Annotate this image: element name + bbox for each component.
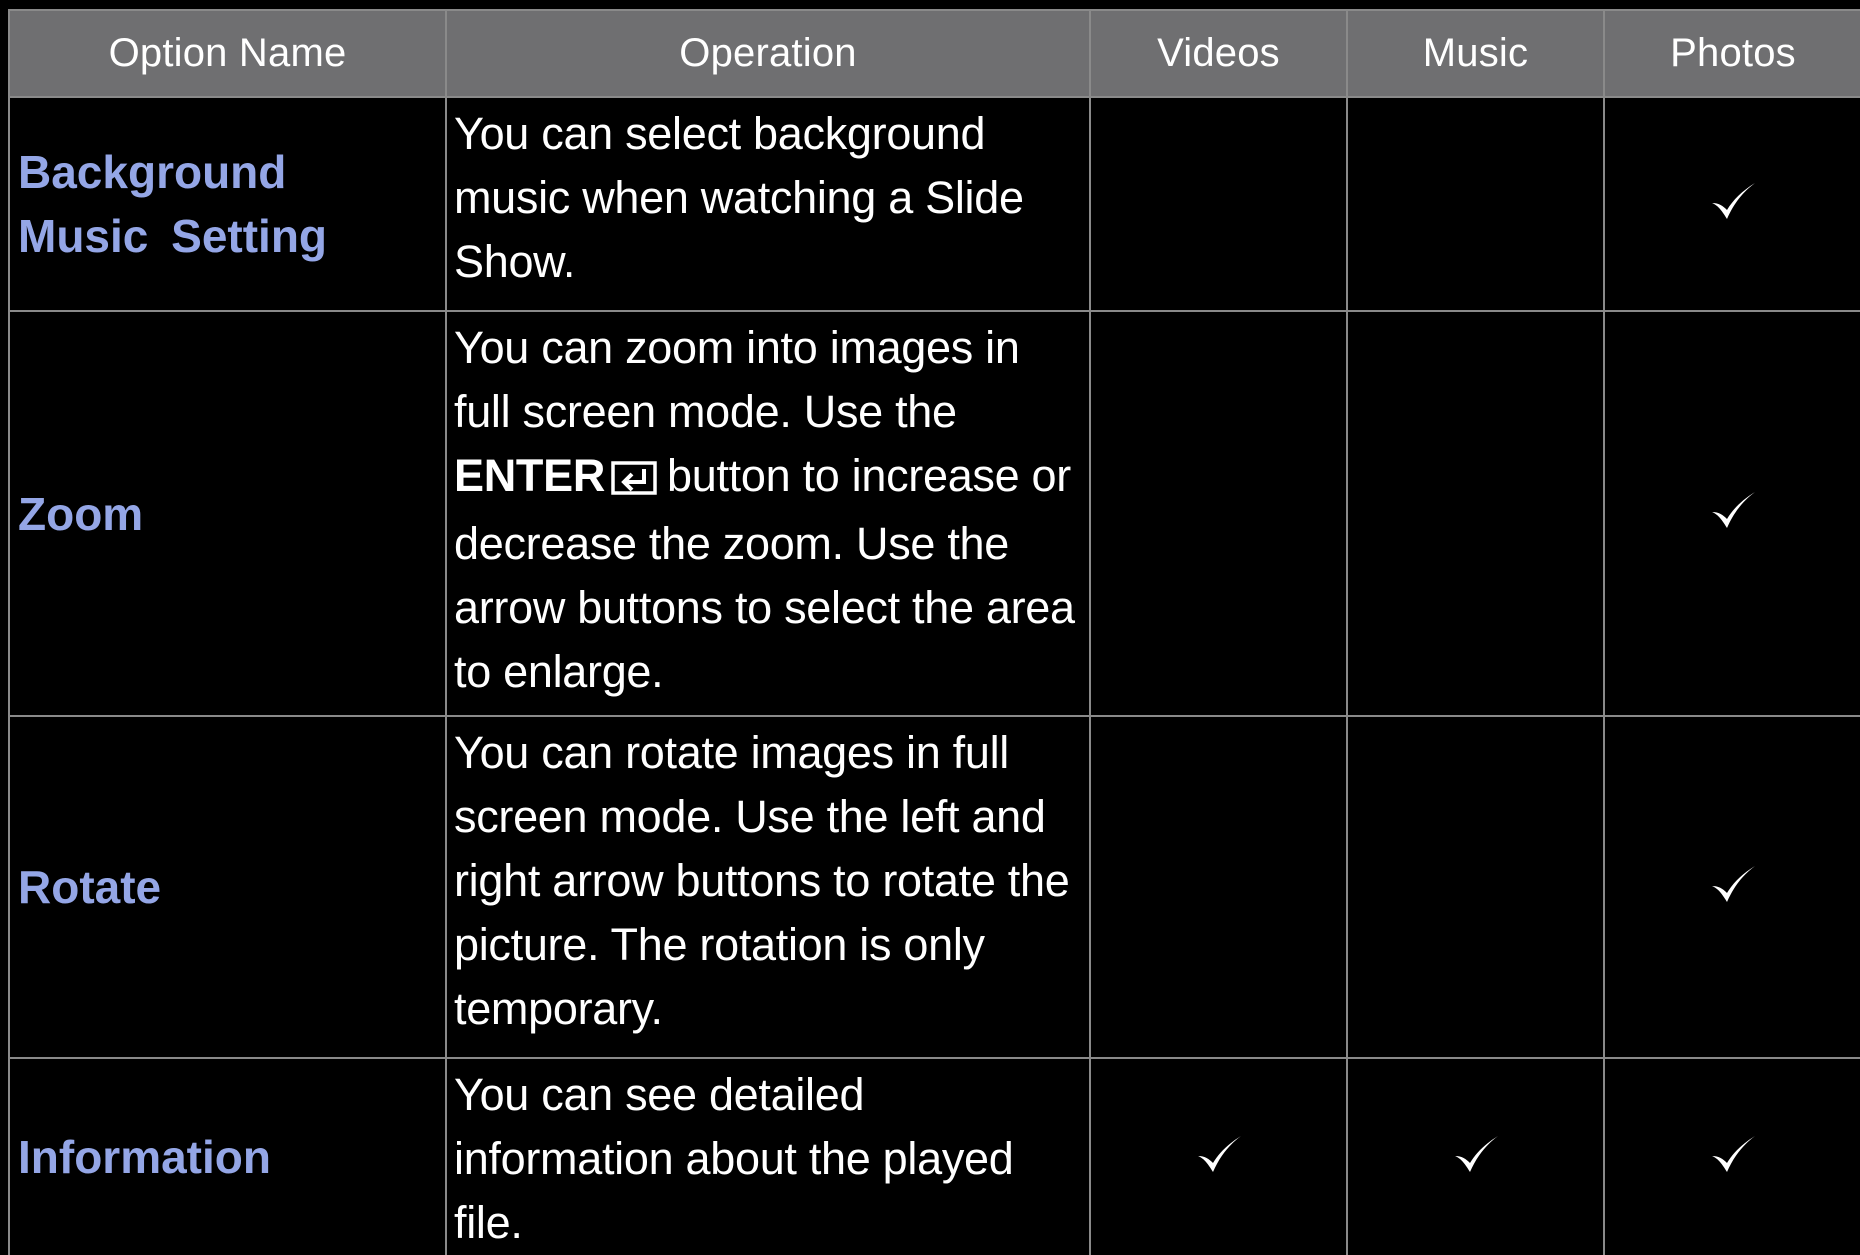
table-row: Background Music Setting You can select … [8, 96, 1860, 312]
option-name-cell: Background Music Setting [8, 96, 447, 312]
operation-text-start: You can zoom into images in full screen … [454, 322, 1020, 437]
checkmark-icon [1712, 1135, 1755, 1172]
checkmark-icon [1454, 1135, 1498, 1172]
option-name-cell: Information [8, 1057, 447, 1255]
header-photos: Photos [1603, 9, 1860, 98]
enter-key-label: ENTER [454, 450, 606, 501]
videos-flag [1089, 96, 1348, 312]
header-videos: Videos [1089, 9, 1348, 98]
photos-flag [1603, 715, 1860, 1059]
option-name: Rotate [18, 861, 162, 913]
header-music: Music [1346, 9, 1605, 98]
table-header-row: Option Name Operation Videos Music Photo… [8, 9, 1860, 98]
music-flag [1346, 310, 1605, 717]
photos-flag [1603, 1057, 1860, 1255]
photos-flag [1603, 310, 1860, 717]
checkmark-icon [1712, 865, 1755, 902]
music-flag [1346, 715, 1605, 1059]
videos-flag [1089, 715, 1348, 1059]
option-name-cell: Zoom [8, 310, 447, 717]
checkmark-icon [1712, 492, 1755, 528]
option-name: Information [18, 1131, 271, 1183]
option-name-cell: Rotate [8, 715, 447, 1059]
header-option-name: Option Name [8, 9, 447, 98]
enter-key-icon [611, 448, 657, 512]
table-row: Rotate You can rotate images in full scr… [8, 715, 1860, 1059]
header-operation: Operation [445, 9, 1091, 98]
checkmark-icon [1197, 1135, 1241, 1172]
music-flag [1346, 1057, 1605, 1255]
operation-description: You can zoom into images in full screen … [445, 310, 1091, 717]
operation-description: You can rotate images in full screen mod… [445, 715, 1091, 1059]
music-flag [1346, 96, 1605, 312]
checkmark-icon [1712, 182, 1755, 219]
operation-description: You can select background music when wat… [445, 96, 1091, 312]
table-row: Zoom You can zoom into images in full sc… [8, 310, 1860, 717]
option-name: Background Music Setting [18, 146, 328, 262]
photos-flag [1603, 96, 1860, 312]
videos-flag [1089, 1057, 1348, 1255]
videos-flag [1089, 310, 1348, 717]
table-row: Information You can see detailed informa… [8, 1057, 1860, 1255]
manual-page: { "table": { "headers": { "option_name":… [0, 0, 1860, 1255]
option-name: Zoom [18, 487, 144, 540]
operation-description: You can see detailed information about t… [445, 1057, 1091, 1255]
options-table: Option Name Operation Videos Music Photo… [8, 9, 1860, 1255]
